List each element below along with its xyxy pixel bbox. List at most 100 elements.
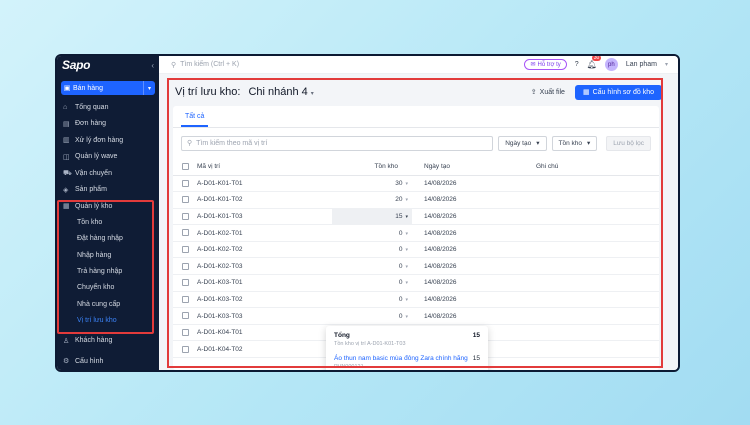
stock-cell[interactable]: 0▾ [332,291,412,309]
stock-cell[interactable]: 0▾ [332,241,412,259]
row-checkbox[interactable] [182,262,189,270]
tab-all[interactable]: Tất cả [181,113,209,127]
search-icon: ⚲ [171,61,177,69]
location-code[interactable]: A-D01-K01-T02 [197,191,332,209]
location-search-input[interactable]: ⚲ Tìm kiếm theo mã vị trí [181,135,494,151]
table-row[interactable]: A-D01-K01-T01 30 ▾ 14/08/2026 [173,175,659,193]
table-row[interactable]: A-D01-K03-T03 0 ▾ 14/08/2026 [173,307,659,325]
location-code[interactable]: A-D01-K04-T02 [197,340,332,359]
location-code[interactable]: A-D01-K03-T01 [197,274,332,292]
row-checkbox[interactable] [182,312,189,320]
stock-cell[interactable]: 0▾ [332,274,412,292]
row-checkbox[interactable] [182,196,189,204]
row-checkbox[interactable] [182,295,189,303]
search-icon: ⚲ [187,140,193,147]
chevron-down-icon: ▾ [405,247,408,254]
row-checkbox[interactable] [182,246,189,254]
table-row[interactable]: A-D01-K02-T02 0 ▾ 14/08/2026 [173,241,659,259]
sidebar-item-shipping[interactable]: ⛟ Vận chuyển [57,165,159,182]
sidebar-subitem-stock[interactable]: Tồn kho [57,215,159,231]
chevron-down-icon: ▾ [405,213,408,220]
branch-label: Chi nhánh 4 [248,86,308,98]
sidebar-item-label: Đơn hàng [75,120,107,128]
sidebar-item-order-processing[interactable]: ▥ Xử lý đơn hàng [57,132,159,149]
stock-cell[interactable]: 0▾ [332,224,412,242]
chevron-down-icon[interactable]: ▾ [665,61,668,68]
stock-cell[interactable]: 0▾ [332,307,412,325]
question-icon[interactable]: ? [575,61,579,68]
sidebar: Sapo ‹ ▣ Bán hàng ▾ ⌂ Tổng quan ▤ Đơn hàng… [57,56,159,370]
sell-button[interactable]: ▣ Bán hàng ▾ [61,81,155,95]
stock-cell[interactable]: 20 ▾ [332,191,412,209]
truck-icon: ⛟ [63,169,72,177]
config-map-button[interactable]: ▦ Cấu hình sơ đồ kho [574,84,662,100]
sidebar-item-products[interactable]: ◈ Sản phẩm [57,182,159,199]
row-checkbox[interactable] [182,179,189,187]
location-code[interactable]: A-D01-K01-T03 [197,208,332,226]
popover-product-link[interactable]: Áo thun nam basic mùa đông Zara chính hã… [334,355,468,362]
table-row[interactable]: A-D01-K02-T01 0 ▾ 14/08/2026 [173,224,659,242]
filter-created-date[interactable]: Ngày tạo ▾ [498,135,547,151]
row-checkbox[interactable] [182,229,189,237]
sidebar-item-customers[interactable]: ♙ Khách hàng [57,333,159,350]
column-header-note: Ghi chú [522,158,659,176]
sidebar-item-wave[interactable]: ◫ Quản lý wave [57,149,159,166]
location-code[interactable]: A-D01-K02-T03 [197,257,332,276]
chevron-down-icon: ▾ [405,230,408,237]
sidebar-item-overview[interactable]: ⌂ Tổng quan [57,99,159,116]
stock-cell[interactable]: 15 ▾ [332,208,412,226]
stock-cell[interactable]: 30 ▾ [332,175,412,193]
sidebar-item-label: Sản phẩm [75,186,107,194]
popover-total-label: Tổng [334,332,350,339]
note-cell [522,224,659,242]
sidebar-subitem-receive[interactable]: Nhập hàng [57,247,159,263]
user-icon: ♙ [63,337,70,345]
table-row[interactable]: A-D01-K03-T01 0 ▾ 14/08/2026 [173,274,659,292]
note-cell [522,291,659,309]
created-date: 14/08/2026 [412,224,522,242]
row-checkbox[interactable] [182,345,189,353]
sidebar-subitem-storage-location[interactable]: Vị trí lưu kho [57,312,159,328]
chevron-down-icon: ▾ [405,296,408,303]
save-filter-button[interactable]: Lưu bộ lọc [606,135,651,151]
location-code[interactable]: A-D01-K04-T01 [197,324,332,342]
stock-cell[interactable]: 0▾ [332,257,412,276]
location-code[interactable]: A-D01-K03-T03 [197,307,332,325]
branch-selector[interactable]: Chi nhánh 4 ▾ [248,86,313,98]
sidebar-subitem-return[interactable]: Trả hàng nhập [57,263,159,279]
table-row[interactable]: A-D01-K01-T02 20 ▾ 14/08/2026 [173,191,659,209]
chevron-down-icon: ▾ [405,180,408,187]
created-date: 14/08/2026 [412,191,522,209]
sell-dropdown-icon[interactable]: ▾ [143,81,155,95]
help-button[interactable]: ✉ Hỗ trợ ty [524,59,567,70]
stock-value: 30 [395,179,403,187]
export-button[interactable]: ⇪ Xuất file [531,88,565,97]
bell-icon: 🔔︎ [586,60,597,69]
column-header-stock: Tồn kho [332,158,412,176]
location-code[interactable]: A-D01-K02-T01 [197,224,332,242]
stock-value: 0 [398,229,403,237]
table-row[interactable]: A-D01-K01-T03 15 ▾ 14/08/2026 [173,208,659,226]
row-checkbox[interactable] [182,329,189,337]
row-checkbox[interactable] [182,212,189,220]
location-code[interactable]: A-D01-K03-T02 [197,291,332,309]
sidebar-item-settings[interactable]: ⚙ Cấu hình [57,353,159,370]
table-row[interactable]: A-D01-K03-T02 0 ▾ 14/08/2026 [173,291,659,309]
table-row[interactable]: A-D01-K02-T03 0 ▾ 14/08/2026 [173,257,659,276]
select-all-checkbox[interactable] [182,162,189,170]
notification-bell[interactable]: 🔔︎ 30 [586,56,602,69]
user-name[interactable]: Lan pham [626,61,657,68]
row-checkbox[interactable] [182,279,189,287]
sidebar-subitem-suppliers[interactable]: Nhà cung cấp [57,296,159,312]
topbar: ⚲ Tìm kiếm (Ctrl + K) ✉ Hỗ trợ ty ? 🔔︎ 30 … [159,56,678,74]
global-search[interactable]: ⚲ Tìm kiếm (Ctrl + K) [171,61,239,69]
avatar[interactable]: ph [604,58,618,71]
location-code[interactable]: A-D01-K02-T02 [197,241,332,259]
sidebar-subitem-purchase-order[interactable]: Đặt hàng nhập [57,231,159,247]
sidebar-item-orders[interactable]: ▤ Đơn hàng [57,116,159,133]
sidebar-subitem-transfer[interactable]: Chuyển kho [57,280,159,296]
sidebar-item-warehouse[interactable]: ▦ Quản lý kho [57,198,159,215]
location-code[interactable]: A-D01-K01-T01 [197,175,332,193]
collapse-sidebar-icon[interactable]: ‹ [151,61,154,70]
filter-stock[interactable]: Tồn kho ▾ [551,135,598,151]
